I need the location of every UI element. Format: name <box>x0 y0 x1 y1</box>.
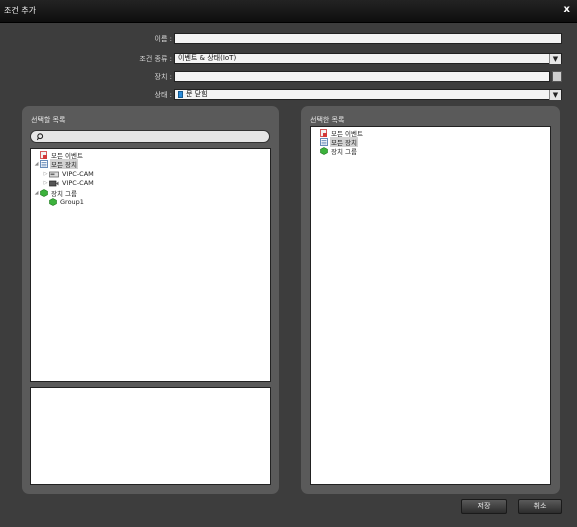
expand-arrow-icon[interactable]: ▷ <box>42 171 49 177</box>
door-icon <box>178 91 183 98</box>
title-bar: 조건 추가 x <box>0 0 577 23</box>
dialog-body: 이름 : 조건 종류 : 이벤트 & 상태(IoT) ▼ 장치 : 상태 : 문… <box>0 23 577 527</box>
window-title: 조건 추가 <box>4 6 36 15</box>
tree-item[interactable]: Group1 <box>42 198 85 206</box>
tree-item[interactable]: ◢ 장치 그룹 <box>33 189 78 198</box>
search-input[interactable] <box>30 130 270 143</box>
cancel-button[interactable]: 취소 <box>518 499 562 514</box>
camera-icon <box>49 180 59 186</box>
expand-arrow-icon[interactable]: ▷ <box>42 180 49 186</box>
group-icon <box>320 147 328 155</box>
available-list-panel: 선택할 목록 모든 이벤트 ◢ 모든 장치 ▷ VIPC-CAM ▷ VIPC-… <box>22 106 279 494</box>
selected-list-title: 선택한 목록 <box>310 116 345 124</box>
group-icon <box>40 189 48 197</box>
state-select[interactable]: 문 닫힘 ▼ <box>174 89 562 100</box>
condition-type-label: 조건 종류 : <box>139 55 172 63</box>
name-label: 이름 : <box>154 35 172 43</box>
device-list-icon <box>40 160 48 168</box>
name-row: 이름 : <box>0 33 577 45</box>
state-value: 문 닫힘 <box>186 90 208 98</box>
tree-item[interactable]: 모든 이벤트 <box>320 129 364 138</box>
save-button[interactable]: 저장 <box>461 499 507 514</box>
selected-tree[interactable]: 모든 이벤트 모든 장치 장치 그룹 <box>310 126 551 485</box>
device-list-icon <box>320 138 328 146</box>
collapse-arrow-icon[interactable]: ◢ <box>33 161 40 167</box>
event-icon <box>320 129 327 137</box>
device-input[interactable] <box>174 71 550 82</box>
device-row: 장치 : <box>0 71 577 83</box>
group-icon <box>49 198 57 206</box>
collapse-arrow-icon[interactable]: ◢ <box>33 190 40 196</box>
tree-item[interactable]: ▷ VIPC-CAM <box>42 179 95 187</box>
chevron-down-icon[interactable]: ▼ <box>549 90 561 100</box>
condition-type-row: 조건 종류 : 이벤트 & 상태(IoT) ▼ <box>0 53 577 65</box>
dvr-icon <box>49 171 59 177</box>
chevron-down-icon[interactable]: ▼ <box>549 54 561 64</box>
search-icon <box>37 133 44 141</box>
state-label: 상태 : <box>154 91 172 99</box>
condition-type-select[interactable]: 이벤트 & 상태(IoT) ▼ <box>174 53 562 64</box>
available-list-title: 선택할 목록 <box>31 116 66 124</box>
state-row: 상태 : 문 닫힘 ▼ <box>0 89 577 101</box>
name-input[interactable] <box>174 33 562 44</box>
event-icon <box>40 151 47 159</box>
selected-list-panel: 선택한 목록 모든 이벤트 모든 장치 장치 그룹 <box>301 106 560 494</box>
device-browse-button[interactable] <box>552 71 562 82</box>
tree-item[interactable]: 모든 장치 <box>320 137 358 147</box>
close-icon[interactable]: x <box>564 4 570 15</box>
condition-type-value: 이벤트 & 상태(IoT) <box>178 54 237 62</box>
available-tree[interactable]: 모든 이벤트 ◢ 모든 장치 ▷ VIPC-CAM ▷ VIPC-CAM ◢ 장… <box>30 148 271 382</box>
tree-item[interactable]: 모든 이벤트 <box>33 151 84 160</box>
tree-item[interactable]: ◢ 모든 장치 <box>33 159 78 169</box>
device-label: 장치 : <box>154 73 172 81</box>
tree-item[interactable]: ▷ VIPC-CAM <box>42 170 95 178</box>
description-box <box>30 387 271 485</box>
tree-item[interactable]: 장치 그룹 <box>320 147 358 156</box>
